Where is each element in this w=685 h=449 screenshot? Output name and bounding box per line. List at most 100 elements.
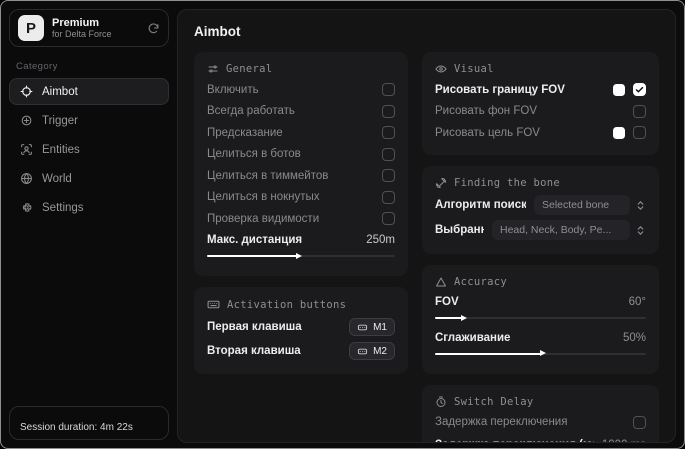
checkbox-prediction[interactable] xyxy=(382,126,395,140)
sidebar-item-label: World xyxy=(42,172,72,185)
setting-label: Включить xyxy=(207,83,259,96)
sliders-icon xyxy=(207,63,219,75)
setting-label: Сглаживание xyxy=(435,331,511,344)
setting-label: Целиться в тиммейтов xyxy=(207,169,329,182)
setting-row: Рисовать фон FOV xyxy=(435,101,646,123)
app-window: P Premium for Delta Force Category Aimbo… xyxy=(0,0,685,449)
setting-label: Рисовать фон FOV xyxy=(435,105,537,118)
setting-row: Вторая клавиша M2 xyxy=(207,339,395,363)
refresh-icon[interactable] xyxy=(147,22,160,35)
setting-row: Задержка переключения (мс) 1000 ms xyxy=(435,433,646,442)
section-header: General xyxy=(226,63,273,75)
sidebar-item-settings[interactable]: Settings xyxy=(9,194,169,221)
setting-label: FOV xyxy=(435,296,459,309)
setting-label: Задержка переключения xyxy=(435,416,568,429)
fov-slider[interactable] xyxy=(435,314,646,322)
section-header: Visual xyxy=(454,63,494,75)
setting-label: Рисовать границу FOV xyxy=(435,83,565,96)
setting-label: Рисовать цель FOV xyxy=(435,126,540,139)
brand-name: Premium xyxy=(52,16,100,29)
setting-row: Алгоритм поиска костей Selected bone xyxy=(435,193,646,218)
max-distance-value: 250m xyxy=(366,234,395,247)
selected-value: Head, Neck, Body, Pe... xyxy=(500,224,612,236)
section-header: Switch Delay xyxy=(454,395,534,408)
checkbox-enable[interactable] xyxy=(382,83,395,97)
checkbox-draw-fov-background[interactable] xyxy=(633,104,646,118)
fov-border-color-swatch[interactable] xyxy=(613,83,625,96)
max-distance-slider[interactable] xyxy=(207,252,395,260)
stopwatch-icon xyxy=(435,396,447,408)
checkbox-always-work[interactable] xyxy=(382,104,395,118)
checkbox-target-teammates[interactable] xyxy=(382,169,395,183)
bone-icon xyxy=(435,177,447,189)
smoothing-slider[interactable] xyxy=(435,350,646,358)
gear-icon xyxy=(20,201,33,214)
main-panel: Aimbot General Включить Всегда работать … xyxy=(177,9,676,443)
fov-value: 60° xyxy=(628,296,646,309)
setting-row: Сглаживание 50% xyxy=(435,327,646,349)
setting-row: Целиться в тиммейтов xyxy=(207,165,395,187)
finding-bone-card: Finding the bone Алгоритм поиска костей … xyxy=(422,165,659,254)
sidebar-item-entities[interactable]: Entities xyxy=(9,136,169,163)
checkbox-draw-fov-target[interactable] xyxy=(633,126,646,140)
page-title: Aimbot xyxy=(194,24,241,39)
checkbox-switch-delay[interactable] xyxy=(633,415,646,429)
setting-row: Рисовать цель FOV xyxy=(435,122,646,144)
checkbox-target-bots[interactable] xyxy=(382,147,395,161)
unfold-chevrons-icon[interactable] xyxy=(635,200,646,211)
section-header: Accuracy xyxy=(454,275,507,288)
sidebar-item-world[interactable]: World xyxy=(9,165,169,192)
section-header: Finding the bone xyxy=(454,176,560,189)
keybind-value: M2 xyxy=(373,345,387,357)
switch-delay-value: 1000 ms xyxy=(602,439,646,442)
keybind-second-key[interactable]: M2 xyxy=(349,342,395,360)
checkbox-visibility-check[interactable] xyxy=(382,212,395,226)
setting-row: Всегда работать xyxy=(207,101,395,123)
fov-target-color-swatch[interactable] xyxy=(613,126,625,139)
category-label: Category xyxy=(16,61,58,72)
entities-person-icon xyxy=(20,143,33,156)
setting-label: Предсказание xyxy=(207,126,283,139)
bone-algorithm-select[interactable]: Selected bone xyxy=(534,195,630,215)
setting-label: Проверка видимости xyxy=(207,212,320,225)
aimbot-crosshair-icon xyxy=(20,85,33,98)
sidebar-item-label: Trigger xyxy=(42,114,78,127)
setting-label: Целиться в нокнутых xyxy=(207,191,320,204)
accuracy-card: Accuracy FOV 60° Сглаживание 50% xyxy=(422,264,659,374)
setting-row: Выбранные кости Head, Neck, Body, Pe... xyxy=(435,218,646,243)
setting-label: Первая клавиша xyxy=(207,321,302,333)
brand-logo: P xyxy=(18,15,44,41)
sidebar-item-trigger[interactable]: Trigger xyxy=(9,107,169,134)
setting-row: FOV 60° xyxy=(435,292,646,314)
section-header: Activation buttons xyxy=(227,298,347,311)
sidebar-item-aimbot[interactable]: Aimbot xyxy=(9,78,169,105)
globe-icon xyxy=(20,172,33,185)
sidebar-item-label: Entities xyxy=(42,143,80,156)
keybind-first-key[interactable]: M1 xyxy=(349,318,395,336)
setting-label: Всегда работать xyxy=(207,105,295,118)
setting-label: Задержка переключения (мс) xyxy=(435,439,594,442)
sidebar-item-label: Settings xyxy=(42,201,84,214)
unfold-chevrons-icon[interactable] xyxy=(635,225,646,236)
switch-delay-card: Switch Delay Задержка переключения Задер… xyxy=(422,384,659,442)
selected-bones-select[interactable]: Head, Neck, Body, Pe... xyxy=(492,220,630,240)
setting-label: Макс. дистанция xyxy=(207,234,303,247)
setting-row: Рисовать границу FOV xyxy=(435,79,646,101)
setting-label: Алгоритм поиска костей xyxy=(435,199,526,211)
setting-row: Целиться в нокнутых xyxy=(207,187,395,209)
sidebar: P Premium for Delta Force Category Aimbo… xyxy=(1,1,177,448)
brand-box: P Premium for Delta Force xyxy=(9,9,169,47)
mouse-key-icon xyxy=(357,322,368,333)
selected-value: Selected bone xyxy=(542,199,610,211)
setting-row: Задержка переключения xyxy=(435,412,646,434)
session-duration-text: Session duration: 4m 22s xyxy=(20,422,133,433)
keybind-value: M1 xyxy=(373,321,387,333)
checkbox-target-knocked[interactable] xyxy=(382,190,395,204)
setting-row: Включить xyxy=(207,79,395,101)
keyboard-icon xyxy=(207,298,220,311)
sidebar-nav: Aimbot Trigger Entities World Settings xyxy=(9,78,169,221)
brand-subtitle: for Delta Force xyxy=(52,29,112,40)
checkbox-draw-fov-border[interactable] xyxy=(633,83,646,97)
setting-row: Целиться в ботов xyxy=(207,144,395,166)
setting-row: Первая клавиша M1 xyxy=(207,315,395,339)
